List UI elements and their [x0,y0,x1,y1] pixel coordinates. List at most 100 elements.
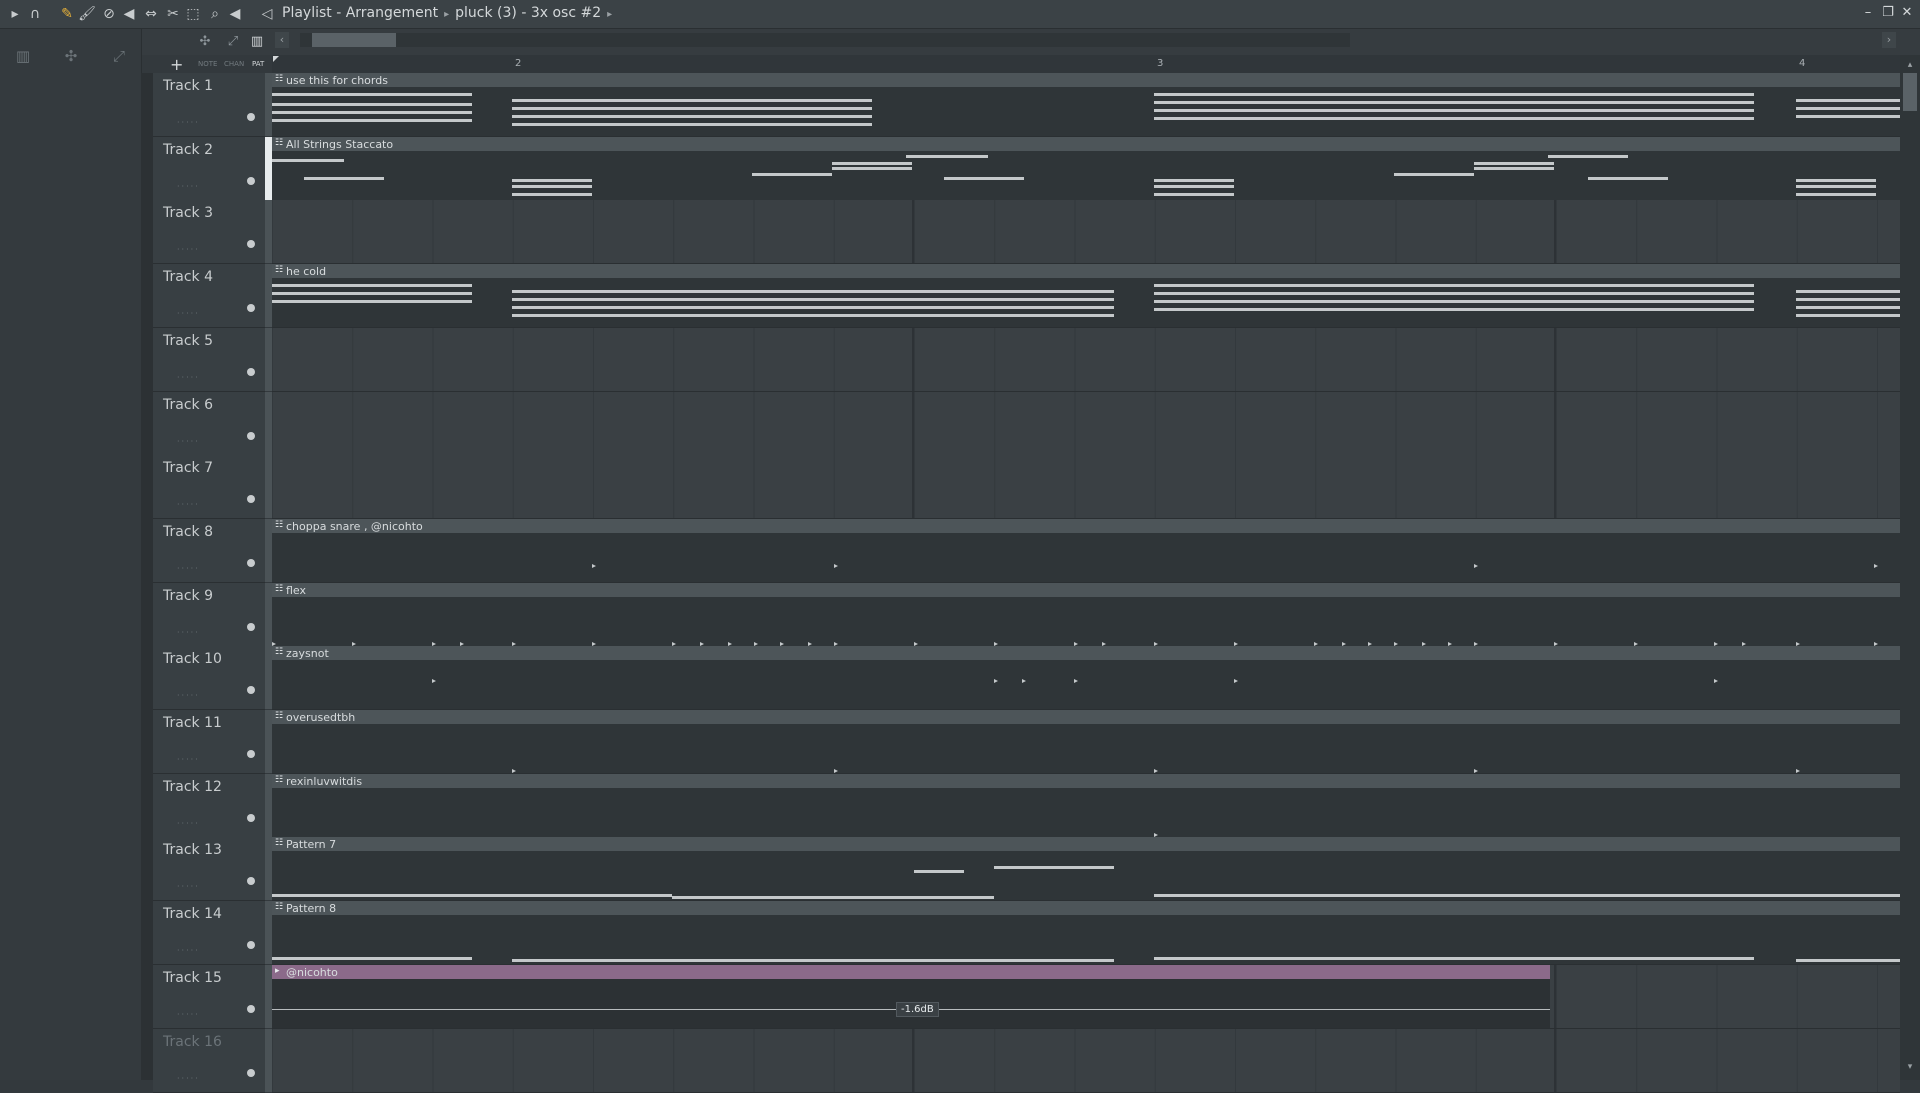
clip-body[interactable]: -1.6dB [272,978,1550,1028]
zoom-icon[interactable]: ⌕ [206,5,224,23]
audio-clip[interactable]: ▸ @nicohto -1.6dB [272,964,1550,1028]
track-selector[interactable] [265,73,272,136]
track-header[interactable]: Track 1 ····· [153,73,265,137]
play-menu-icon[interactable]: ▸ [6,5,24,23]
track-grip-icon[interactable]: ····· [177,182,200,191]
clip-header[interactable]: ☷ choppa snare , @nicohto [272,518,1900,533]
playhead-marker[interactable] [273,56,279,62]
clip-header[interactable]: ☷ he cold [272,264,1900,279]
track-enable-toggle[interactable] [247,176,255,185]
track-lane[interactable]: ▸ @nicohto -1.6dB [272,964,1900,1029]
track-grip-icon[interactable]: ····· [177,118,200,127]
track-lane[interactable]: ☷ rexinluvwitdis [272,773,1900,838]
track-lane[interactable]: ☷ he cold [272,264,1900,329]
clip-header[interactable]: ☷ overusedtbh [272,710,1900,724]
track-grip-icon[interactable]: ····· [177,373,200,382]
track-enable-toggle[interactable] [247,240,255,249]
pattern-clip[interactable]: ☷ Pattern 8 [272,901,1900,965]
mode-pat[interactable]: PAT [252,60,264,68]
track-grip-icon[interactable]: ····· [177,437,200,446]
restore-icon[interactable]: ❐ [1880,4,1896,22]
horizontal-scrollbar[interactable] [300,33,1350,47]
track-enable-toggle[interactable] [247,1068,255,1077]
track-header[interactable]: Track 4 ····· [153,264,265,329]
clip-header[interactable]: ▸ @nicohto [272,964,1550,979]
track-selector[interactable] [265,964,272,1028]
track-enable-toggle[interactable] [247,686,255,695]
track-header[interactable]: Track 8 ····· [153,518,265,583]
mode-note[interactable]: NOTE [198,60,217,68]
track-grip-icon[interactable]: ····· [177,309,200,318]
pattern-clip[interactable]: ☷ zaysnot [272,646,1900,710]
clip-header[interactable]: ☷ use this for chords [272,73,1900,87]
track-grip-icon[interactable]: ····· [177,564,200,573]
pattern-name[interactable]: pluck (3) - 3x osc #2 [455,5,601,21]
track-enable-toggle[interactable] [247,813,255,822]
pattern-clip[interactable]: ☷ rexinluvwitdis [272,773,1900,837]
slice-icon[interactable]: ✂ [164,5,182,23]
minimize-icon[interactable]: – [1860,4,1876,22]
pencil-icon[interactable]: ✎ [58,5,76,23]
track-selector[interactable] [265,710,272,773]
track-header[interactable]: Track 11 ····· [153,710,265,774]
track-grip-icon[interactable]: ····· [177,882,200,891]
track-enable-toggle[interactable] [247,431,255,440]
track-header[interactable]: Track 16 ····· [153,1028,265,1093]
track-lane[interactable] [272,455,1900,520]
track-selector[interactable] [265,200,272,264]
track-lane[interactable]: ☷ overusedtbh [272,710,1900,774]
track-header[interactable]: Track 10 ····· [153,646,265,711]
track-header[interactable]: Track 6 ····· [153,391,265,456]
track-enable-toggle[interactable] [247,304,255,313]
clip-header[interactable]: ☷ flex [272,582,1900,597]
clip-header[interactable]: ☷ zaysnot [272,646,1900,661]
vertical-scroll-thumb[interactable] [1903,73,1917,111]
snap-icon[interactable]: ✣ [196,33,214,51]
clip-body[interactable] [272,724,1900,773]
track-grip-icon[interactable]: ····· [177,819,200,828]
clip-body[interactable] [272,851,1900,901]
track-grip-icon[interactable]: ····· [177,1010,200,1019]
track-header[interactable]: Track 15 ····· [153,964,265,1029]
add-icon[interactable]: + [170,55,183,74]
delete-icon[interactable]: ⊘ [100,5,118,23]
track-enable-toggle[interactable] [247,877,255,886]
pattern-clip[interactable]: ☷ use this for chords [272,73,1900,136]
pattern-clip[interactable]: ☷ flex [272,582,1900,646]
track-enable-toggle[interactable] [247,113,255,121]
vertical-scrollbar[interactable] [1900,55,1920,1080]
track-selector[interactable] [265,136,272,200]
speaker-icon[interactable]: ◁ [258,5,276,23]
mode-chan[interactable]: CHAN [224,60,244,68]
track-enable-toggle[interactable] [247,750,255,758]
track-lane[interactable]: ☷ flex [272,582,1900,647]
track-selector[interactable] [265,455,272,519]
track-enable-toggle[interactable] [247,1004,255,1013]
track-selector[interactable] [265,582,272,646]
scroll-up-icon[interactable]: ▴ [1903,58,1917,72]
track-grip-icon[interactable]: ····· [177,245,200,254]
track-header[interactable]: Track 2 ····· [153,136,265,201]
track-header[interactable]: Track 12 ····· [153,773,265,838]
slip-icon[interactable]: ⇔ [142,5,160,23]
track-lane[interactable]: ☷ Pattern 8 [272,901,1900,966]
clip-body[interactable] [272,787,1900,837]
clip-body[interactable] [272,660,1900,710]
track-enable-toggle[interactable] [247,622,255,631]
clip-header[interactable]: ☷ Pattern 7 [272,837,1900,852]
pattern-clip[interactable]: ☷ he cold [272,264,1900,328]
pattern-clip[interactable]: ☷ Pattern 7 [272,837,1900,901]
magnet-icon[interactable]: ∩ [26,5,44,23]
scroll-left-icon[interactable]: ‹ [275,32,289,48]
track-selector[interactable] [265,1028,272,1092]
track-grip-icon[interactable]: ····· [177,1074,200,1083]
mute-icon[interactable]: ◀ [120,5,138,23]
track-header[interactable]: Track 5 ····· [153,327,265,392]
track-header[interactable]: Track 7 ····· [153,455,265,520]
track-enable-toggle[interactable] [247,495,255,504]
link-icon[interactable]: ⤢ [224,33,242,51]
track-selector[interactable] [265,901,272,965]
track-lane[interactable]: ☷ choppa snare , @nicohto [272,518,1900,583]
scroll-right-icon[interactable]: › [1882,32,1896,48]
paint-icon[interactable]: 🖌 [78,5,96,23]
